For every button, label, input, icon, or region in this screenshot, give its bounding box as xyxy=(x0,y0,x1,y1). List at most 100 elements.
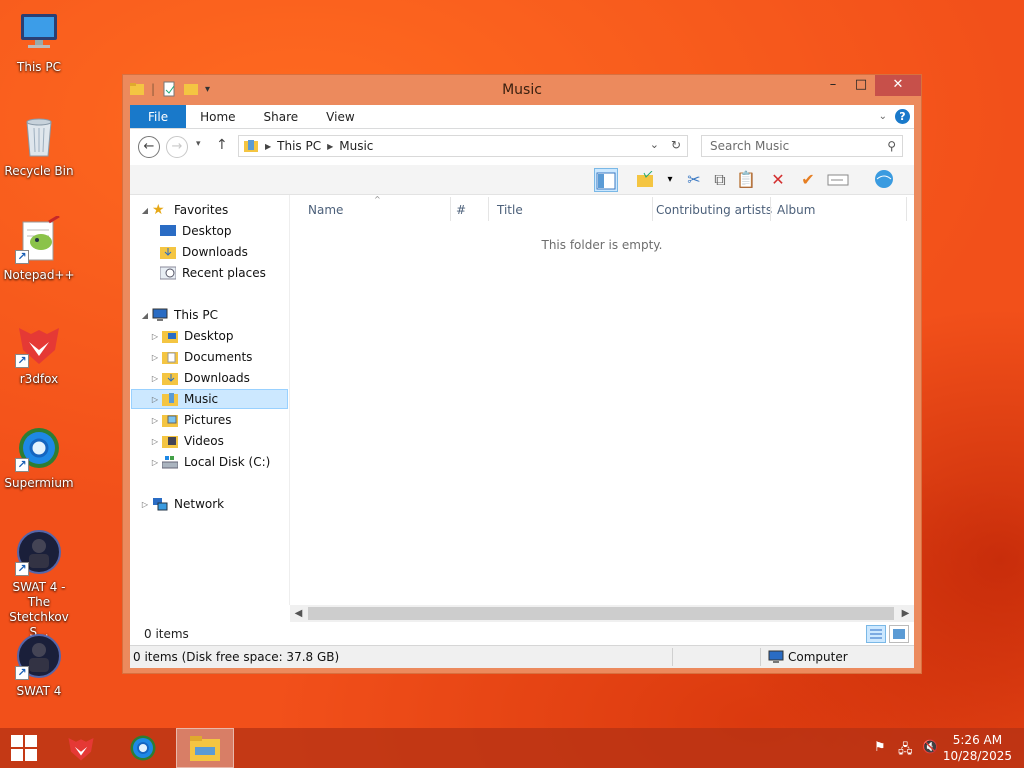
local-disk-icon xyxy=(161,455,179,469)
breadcrumb-this-pc[interactable]: This PC xyxy=(277,139,321,153)
nav-this-pc-pictures[interactable]: ▷ Pictures xyxy=(150,410,232,430)
globe-icon[interactable] xyxy=(872,168,896,192)
expand-arrow-icon[interactable]: ▷ xyxy=(150,374,160,383)
collapse-arrow-icon[interactable]: ◢ xyxy=(140,206,150,215)
nav-network[interactable]: ▷ Network xyxy=(140,494,224,514)
delete-icon[interactable]: ✕ xyxy=(766,168,790,192)
nav-this-pc-local-disk[interactable]: ▷ Local Disk (C:) xyxy=(150,452,270,472)
column-contributing-artists[interactable]: Contributing artists xyxy=(656,203,772,217)
videos-folder-icon xyxy=(162,434,178,448)
nav-this-pc-desktop[interactable]: ▷ Desktop xyxy=(150,326,234,346)
close-button[interactable]: ✕ xyxy=(875,75,921,96)
minimize-button[interactable]: – xyxy=(819,75,847,96)
nav-this-pc[interactable]: ◢ This PC xyxy=(140,305,218,325)
tab-file[interactable]: File xyxy=(130,105,187,128)
expand-arrow-icon[interactable]: ▷ xyxy=(150,458,160,467)
address-dropdown-icon[interactable]: ⌄ xyxy=(650,138,659,151)
select-dropdown-icon[interactable]: ▾ xyxy=(658,168,682,192)
title-bar[interactable]: | ▾ Music – □ ✕ xyxy=(123,75,921,105)
supermium-icon: ↗ xyxy=(15,424,63,472)
expand-arrow-icon[interactable]: ▷ xyxy=(150,437,160,446)
taskbar-r3dfox[interactable] xyxy=(52,728,110,768)
desktop-icon-r3dfox[interactable]: ↗ r3dfox xyxy=(2,320,76,387)
details-view-button[interactable] xyxy=(866,625,886,643)
scrollbar-thumb[interactable] xyxy=(308,607,894,620)
help-icon[interactable]: ? xyxy=(895,109,910,124)
column-divider[interactable] xyxy=(770,197,771,221)
expand-arrow-icon[interactable]: ▷ xyxy=(150,416,160,425)
column-title[interactable]: Title xyxy=(497,203,523,217)
large-icons-view-button[interactable] xyxy=(889,625,909,643)
status-bar: 0 items (Disk free space: 37.8 GB) Compu… xyxy=(130,646,914,668)
rename-icon[interactable] xyxy=(826,168,850,192)
nav-label: Downloads xyxy=(184,371,250,385)
up-button[interactable]: ↑ xyxy=(216,137,228,153)
column-divider[interactable] xyxy=(450,197,451,221)
paste-icon[interactable]: 📋 xyxy=(734,168,758,192)
taskbar-supermium[interactable] xyxy=(114,728,172,768)
nav-favorites-label: Favorites xyxy=(174,203,229,217)
column-album[interactable]: Album xyxy=(777,203,815,217)
recent-locations-icon[interactable]: ▾ xyxy=(196,139,201,149)
column-divider[interactable] xyxy=(652,197,653,221)
sort-ascending-icon: ^ xyxy=(374,195,381,204)
expand-arrow-icon[interactable]: ▷ xyxy=(150,395,160,404)
taskbar-file-explorer[interactable] xyxy=(176,728,234,768)
breadcrumb-separator-icon[interactable]: ▶ xyxy=(265,142,271,151)
nav-this-pc-videos[interactable]: ▷ Videos xyxy=(150,431,224,451)
file-list[interactable]: ^ Name # Title Contributing artists Albu… xyxy=(290,195,914,605)
refresh-icon[interactable]: ↻ xyxy=(671,138,681,152)
desktop-icon-notepad-plus-plus[interactable]: ↗ Notepad++ xyxy=(2,214,76,283)
maximize-button[interactable]: □ xyxy=(847,75,875,96)
column-name[interactable]: Name xyxy=(308,203,343,217)
nav-favorites-desktop[interactable]: Desktop xyxy=(158,221,232,241)
preview-pane-button[interactable] xyxy=(594,168,618,192)
documents-folder-icon xyxy=(162,350,178,364)
nav-this-pc-music[interactable]: ▷ Music xyxy=(131,389,288,409)
copy-icon[interactable]: ⧉ xyxy=(708,168,732,192)
select-folder-icon[interactable] xyxy=(634,168,658,192)
scroll-right-icon[interactable]: ▶ xyxy=(897,605,914,622)
desktop-icon-swat4-stetchkov[interactable]: ↗ SWAT 4 - The Stetchkov S... xyxy=(2,528,76,640)
nav-favorites-downloads[interactable]: Downloads xyxy=(158,242,248,262)
cut-icon[interactable]: ✂ xyxy=(682,168,706,192)
start-button[interactable] xyxy=(0,728,58,768)
search-input[interactable]: Search Music ⚲ xyxy=(701,135,903,157)
desktop-icon-swat4[interactable]: ↗ SWAT 4 xyxy=(2,632,76,699)
back-button[interactable]: ← xyxy=(138,136,160,158)
column-divider[interactable] xyxy=(906,197,907,221)
scroll-left-icon[interactable]: ◀ xyxy=(290,605,307,622)
window-client-area: File Home Share View ⌄ ? ← → ▾ ↑ ▶ This … xyxy=(130,105,914,668)
forward-button[interactable]: → xyxy=(166,136,188,158)
tab-view[interactable]: View xyxy=(312,105,368,128)
checkmark-icon[interactable]: ✔ xyxy=(796,168,820,192)
volume-muted-icon[interactable]: 🔇 xyxy=(922,740,938,755)
tab-share[interactable]: Share xyxy=(250,105,313,128)
expand-arrow-icon[interactable]: ▷ xyxy=(150,353,160,362)
breadcrumb-music[interactable]: Music xyxy=(339,139,373,153)
preview-pane-icon xyxy=(596,172,616,190)
network-tray-icon[interactable]: 🖧 xyxy=(898,740,913,762)
action-center-flag-icon[interactable]: ⚑ xyxy=(874,740,886,755)
explorer-window[interactable]: | ▾ Music – □ ✕ File Home Share View ⌄ ?… xyxy=(122,74,922,674)
column-divider[interactable] xyxy=(488,197,489,221)
desktop-icon-recycle-bin[interactable]: Recycle Bin xyxy=(2,112,76,179)
collapse-arrow-icon[interactable]: ◢ xyxy=(140,311,150,320)
expand-arrow-icon[interactable]: ▷ xyxy=(140,500,150,509)
nav-network-label: Network xyxy=(174,497,225,511)
column-number[interactable]: # xyxy=(456,203,466,217)
expand-arrow-icon[interactable]: ▷ xyxy=(150,332,160,341)
nav-favorites[interactable]: ◢ ★ Favorites xyxy=(140,200,228,220)
clock-time: 5:26 AM xyxy=(952,733,1003,747)
desktop-icon-this-pc[interactable]: This PC xyxy=(2,8,76,75)
address-bar[interactable]: ▶ This PC ▶ Music ⌄ ↻ xyxy=(238,135,688,157)
expand-ribbon-icon[interactable]: ⌄ xyxy=(879,111,887,122)
tab-home[interactable]: Home xyxy=(186,105,249,128)
horizontal-scrollbar[interactable]: ◀ ▶ xyxy=(290,605,914,622)
desktop-icon-supermium[interactable]: ↗ Supermium xyxy=(2,424,76,491)
nav-favorites-recent-places[interactable]: Recent places xyxy=(158,263,266,283)
taskbar-clock[interactable]: 5:26 AM 10/28/2025 xyxy=(943,732,1012,764)
breadcrumb-separator-icon[interactable]: ▶ xyxy=(327,142,333,151)
nav-this-pc-documents[interactable]: ▷ Documents xyxy=(150,347,252,367)
nav-this-pc-downloads[interactable]: ▷ Downloads xyxy=(150,368,250,388)
